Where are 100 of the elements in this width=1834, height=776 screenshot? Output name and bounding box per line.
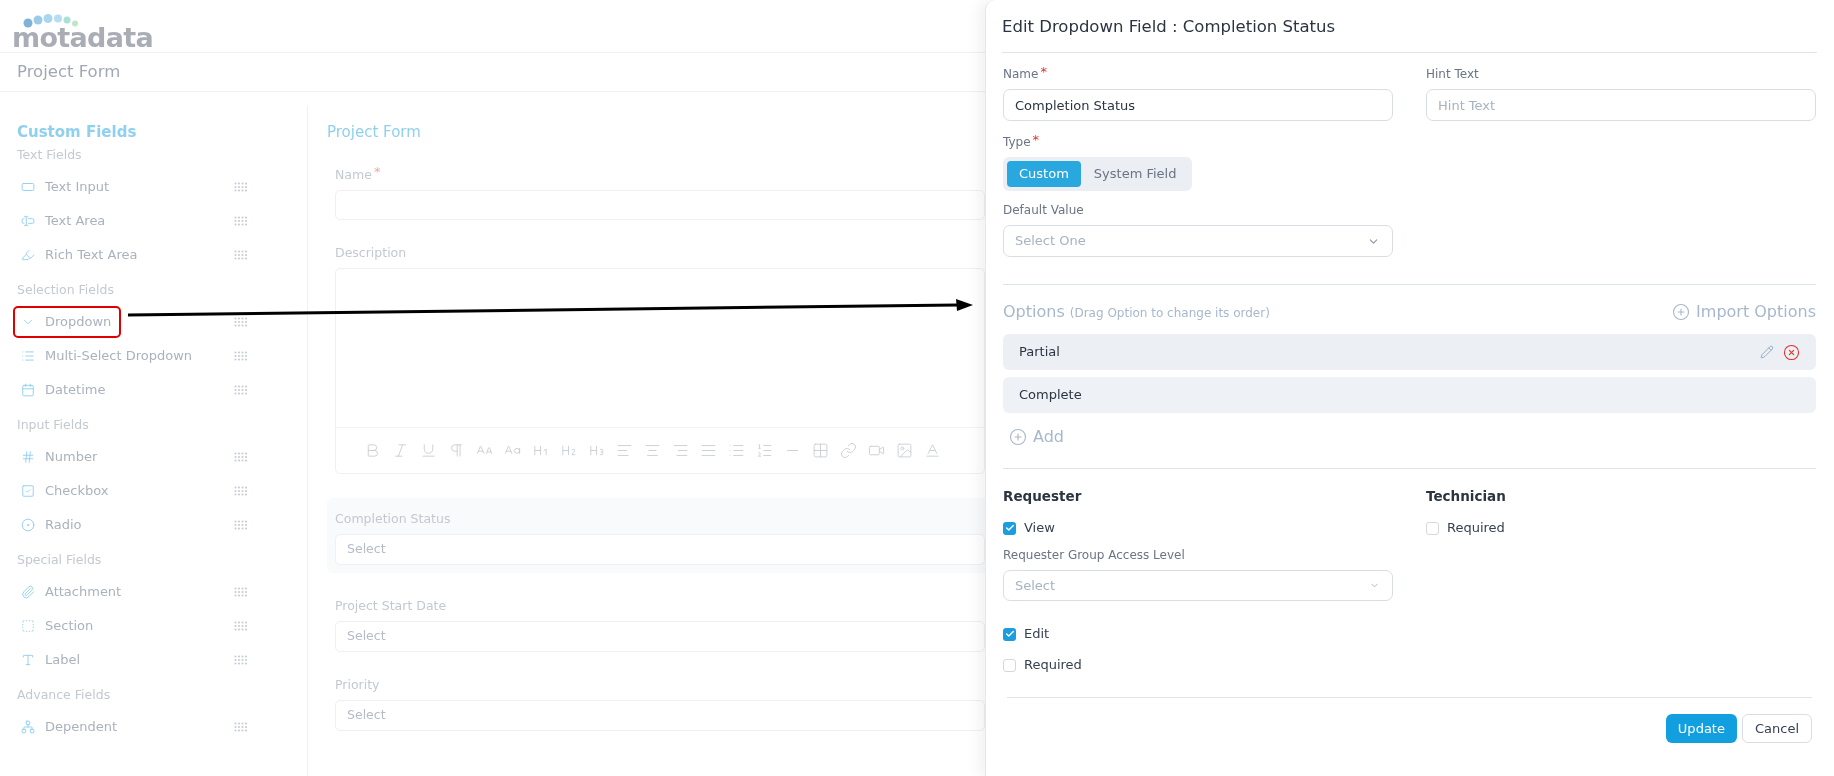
type-tab[interactable]: Custom	[1007, 161, 1081, 187]
section-heading: Requester	[1003, 487, 1083, 506]
highlighter-icon	[21, 248, 35, 262]
plus-circle-icon	[1009, 428, 1027, 446]
update-button[interactable]: Update	[1665, 714, 1737, 743]
drawer-title: Edit Dropdown Field : Completion Status	[1002, 15, 1336, 38]
dashed-square-icon	[21, 619, 35, 633]
align-justify-icon[interactable]	[700, 442, 717, 459]
options-title: Options	[1003, 301, 1065, 323]
checkbox[interactable]	[1003, 658, 1016, 672]
bullet-list-icon[interactable]	[728, 442, 745, 459]
edit-icon[interactable]	[1760, 345, 1774, 359]
field-label: Priority	[335, 675, 380, 694]
field-label: Default Value	[1003, 202, 1084, 219]
field-label: Name	[1003, 66, 1039, 83]
checkbox-label: View	[1024, 519, 1055, 538]
option-row[interactable]: Partial	[1003, 334, 1816, 370]
sidebar-title: Custom Fields	[17, 122, 138, 143]
checkbox-icon	[21, 484, 35, 498]
field-type-item[interactable]: Text Input	[17, 170, 247, 204]
drag-handle-icon[interactable]	[234, 385, 247, 395]
option-row[interactable]: Complete	[1003, 377, 1816, 413]
required-asterisk: *	[1040, 64, 1047, 78]
remove-icon[interactable]	[1783, 343, 1800, 361]
list-icon	[21, 349, 35, 363]
group-label: Selection Fields	[17, 281, 115, 299]
drag-handle-icon[interactable]	[234, 452, 247, 462]
field-type-item[interactable]: Text Area	[17, 204, 247, 238]
select-field[interactable]: Select	[335, 621, 985, 652]
input-icon	[21, 180, 35, 194]
drag-handle-icon[interactable]	[234, 486, 247, 496]
link-icon[interactable]	[840, 442, 857, 459]
select-field[interactable]: Select	[335, 534, 985, 565]
align-left-icon[interactable]	[616, 442, 633, 459]
checkbox[interactable]	[1426, 521, 1439, 535]
checkbox[interactable]	[1003, 521, 1016, 535]
drag-handle-icon[interactable]	[234, 587, 247, 597]
select-field[interactable]: Select	[335, 700, 985, 731]
drag-handle-icon[interactable]	[234, 655, 247, 665]
drag-handle-icon[interactable]	[234, 722, 247, 732]
field-type-item[interactable]: Section	[17, 609, 247, 643]
italic-icon[interactable]	[392, 442, 409, 459]
field-type-item[interactable]: Number	[17, 440, 247, 474]
type-tab[interactable]: System Field	[1081, 161, 1189, 187]
paperclip-icon	[21, 585, 35, 599]
rich-text-editor[interactable]	[335, 268, 985, 474]
hint-text-input[interactable]: Hint Text	[1426, 89, 1816, 121]
field-label: Requester Group Access Level	[1003, 547, 1185, 564]
field-label: Project Start Date	[335, 596, 447, 615]
field-type-item[interactable]: Checkbox	[17, 474, 247, 508]
calendar-icon	[21, 383, 35, 397]
add-option-button[interactable]: Add	[1009, 425, 1064, 449]
checkbox-label: Required	[1024, 656, 1082, 675]
field-label: Description	[335, 243, 407, 262]
field-type-item[interactable]: Datetime	[17, 373, 247, 407]
checkbox-label: Required	[1447, 519, 1505, 538]
image-icon[interactable]	[896, 442, 913, 459]
drag-handle-icon[interactable]	[234, 250, 247, 260]
field-type-item[interactable]: Rich Text Area	[17, 238, 247, 272]
logo-wordmark: motadata	[12, 26, 154, 50]
field-label: Type	[1003, 134, 1031, 151]
text-cursor-icon	[21, 214, 35, 228]
name-input[interactable]: Completion Status	[1003, 89, 1393, 121]
field-type-item[interactable]: Attachment	[17, 575, 247, 609]
field-type-item[interactable]: Radio	[17, 508, 247, 542]
required-asterisk: *	[373, 164, 381, 178]
import-options-button[interactable]: Import Options	[1672, 300, 1816, 324]
drag-handle-icon[interactable]	[234, 182, 247, 192]
access-level-select[interactable]: Select	[1003, 570, 1393, 601]
cancel-button[interactable]: Cancel	[1741, 714, 1812, 743]
underline-icon[interactable]	[420, 442, 437, 459]
drag-handle-icon[interactable]	[234, 520, 247, 530]
form-title: Project Form	[327, 122, 422, 143]
text-color-icon[interactable]	[924, 442, 941, 459]
options-hint: (Drag Option to change its order)	[1069, 305, 1270, 322]
field-type-item[interactable]: Label	[17, 643, 247, 677]
checkbox-label: Edit	[1024, 625, 1050, 644]
table-icon[interactable]	[812, 442, 829, 459]
field-label: Hint Text	[1426, 66, 1479, 83]
drag-handle-icon[interactable]	[234, 621, 247, 631]
group-label: Special Fields	[17, 551, 103, 569]
field-type-item[interactable]: Multi-Select Dropdown	[17, 339, 247, 373]
drag-handle-icon[interactable]	[234, 351, 247, 361]
group-label: Input Fields	[17, 416, 90, 434]
paragraph-icon[interactable]	[448, 442, 465, 459]
group-label: Advance Fields	[17, 686, 112, 704]
checkbox[interactable]	[1003, 627, 1016, 641]
field-label: Name	[335, 165, 372, 184]
text-field[interactable]	[335, 190, 985, 220]
align-right-icon[interactable]	[672, 442, 689, 459]
numbered-list-icon[interactable]	[756, 442, 773, 459]
default-value-select[interactable]: Select One	[1003, 225, 1393, 257]
required-asterisk: *	[1032, 132, 1040, 146]
drag-handle-icon[interactable]	[234, 317, 247, 327]
field-type-item[interactable]: Dependent	[17, 710, 247, 744]
align-center-icon[interactable]	[644, 442, 661, 459]
text-icon	[21, 653, 35, 667]
hash-icon	[21, 450, 35, 464]
radio-icon	[21, 518, 35, 532]
drag-handle-icon[interactable]	[234, 216, 247, 226]
